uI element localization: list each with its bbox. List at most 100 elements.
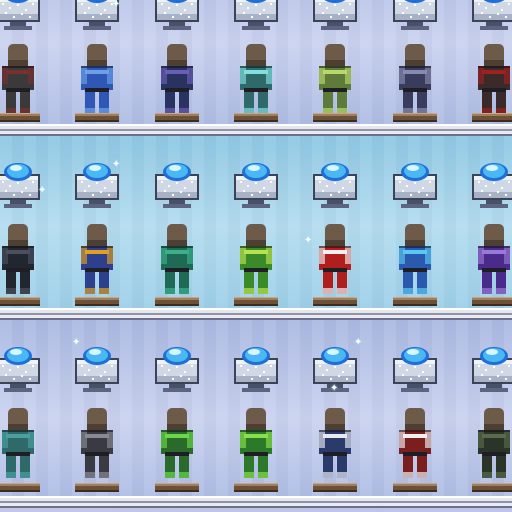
mannequin-figure-icon (161, 44, 193, 114)
mannequin-pedestal (155, 298, 199, 306)
sparkle-icon: ✦ (330, 383, 339, 394)
mannequin-teal-robe[interactable] (147, 214, 207, 304)
mannequin-royal-robe[interactable] (305, 214, 365, 304)
crystal-display[interactable] (385, 154, 445, 208)
shelf-2 (0, 308, 512, 320)
mannequin-figure-icon (399, 408, 431, 478)
mannequin-shadow-armor[interactable] (147, 34, 207, 124)
crystal-ball-icon (234, 0, 278, 30)
mannequin-chlorophyte-armor[interactable] (147, 398, 207, 488)
mannequin-pedestal (75, 484, 119, 492)
mannequin-leaf-armor[interactable] (226, 214, 286, 304)
mannequin-figure-icon (2, 224, 34, 294)
crystal-ball-icon (393, 163, 437, 208)
mannequin-ninja-armor[interactable] (0, 214, 48, 304)
crystal-display[interactable] (385, 338, 445, 392)
crystal-display[interactable] (226, 338, 286, 392)
mannequin-pedestal (0, 484, 40, 492)
crystal-ball-icon (472, 163, 512, 208)
crystal-display[interactable] (0, 0, 48, 30)
mannequin-figure-icon (81, 44, 113, 114)
mannequin-frost-armor[interactable] (226, 34, 286, 124)
crystal-ball-icon (313, 0, 357, 30)
mannequin-pedestal (472, 114, 512, 122)
sparkle-icon: ✦ (112, 0, 121, 10)
crystal-display[interactable] (226, 154, 286, 208)
crystal-ball-icon (472, 0, 512, 30)
mannequin-figure-icon (240, 224, 272, 294)
crystal-display[interactable] (226, 0, 286, 30)
mannequin-figure-icon (319, 44, 351, 114)
mannequin-amethyst-robe[interactable] (464, 214, 512, 304)
mannequin-figure-icon (478, 224, 510, 294)
crystal-display[interactable] (464, 154, 512, 208)
crystal-display[interactable] (385, 0, 445, 30)
crystal-ball-icon (0, 163, 40, 208)
mannequin-pedestal (393, 298, 437, 306)
mannequin-figure-icon (478, 44, 510, 114)
crystal-ball-icon (393, 0, 437, 30)
mannequin-crimson-armor[interactable] (464, 34, 512, 124)
mannequin-wizard-armor[interactable] (67, 214, 127, 304)
mannequin-figure-icon (240, 44, 272, 114)
mannequin-figure-icon (399, 44, 431, 114)
mannequin-pedestal (0, 114, 40, 122)
mannequin-figure-icon (478, 408, 510, 478)
mannequin-pedestal (313, 484, 357, 492)
crystal-display[interactable] (305, 154, 365, 208)
mannequin-teal-tunic[interactable] (0, 398, 48, 488)
sparkle-icon: ✦ (72, 337, 81, 348)
mannequin-pedestal (155, 114, 199, 122)
shelf-1 (0, 124, 512, 136)
crystal-display[interactable] (147, 0, 207, 30)
crystal-ball-icon (393, 347, 437, 392)
crystal-ball-icon (155, 347, 199, 392)
mannequin-pedestal (155, 484, 199, 492)
mannequin-figure-icon (240, 408, 272, 478)
sparkle-icon: ✦ (38, 185, 47, 196)
crystal-ball-icon (472, 347, 512, 392)
mannequin-figure-icon (319, 224, 351, 294)
crystal-display[interactable] (147, 338, 207, 392)
mannequin-pedestal (234, 114, 278, 122)
sparkle-icon: ✦ (304, 235, 313, 246)
mannequin-figure-icon (319, 408, 351, 478)
crystal-display[interactable] (464, 338, 512, 392)
sparkle-icon: ✦ (354, 337, 363, 348)
mannequin-necro-armor[interactable] (385, 34, 445, 124)
crystal-ball-icon (0, 347, 40, 392)
mannequin-pedestal (393, 484, 437, 492)
crystal-display[interactable] (0, 338, 48, 392)
mannequin-blank[interactable] (0, 34, 48, 124)
mannequin-figure-icon (81, 224, 113, 294)
crystal-ball-icon (155, 163, 199, 208)
mannequin-pedestal (234, 298, 278, 306)
crystal-display[interactable] (464, 0, 512, 30)
mannequin-pedestal (313, 114, 357, 122)
crystal-display[interactable] (147, 154, 207, 208)
mannequin-figure-icon (161, 408, 193, 478)
mannequin-pedestal (393, 114, 437, 122)
crystal-ball-icon (0, 0, 40, 30)
crystal-display[interactable] (0, 154, 48, 208)
mannequin-showroom: ✦ ✦ ✦ ✦ ✦ ✦ ✦ (0, 0, 512, 512)
mannequin-ice-armor[interactable] (385, 214, 445, 304)
crystal-ball-icon (234, 163, 278, 208)
crystal-ball-icon (155, 0, 199, 30)
crystal-ball-icon (234, 347, 278, 392)
mannequin-figure-icon (2, 408, 34, 478)
mannequin-beetle-armor[interactable] (305, 398, 365, 488)
mannequin-figure-icon (399, 224, 431, 294)
mannequin-jungle-armor[interactable] (305, 34, 365, 124)
crystal-display[interactable] (305, 0, 365, 30)
mannequin-pedestal (75, 298, 119, 306)
mannequin-bone-armor[interactable] (385, 398, 445, 488)
mannequin-pedestal (313, 298, 357, 306)
mannequin-gray-armor[interactable] (67, 398, 127, 488)
mannequin-dark-armor[interactable] (464, 398, 512, 488)
mannequin-cobalt-armor[interactable] (67, 34, 127, 124)
mannequin-turtle-armor[interactable] (226, 398, 286, 488)
mannequin-pedestal (0, 298, 40, 306)
mannequin-figure-icon (81, 408, 113, 478)
mannequin-pedestal (472, 484, 512, 492)
